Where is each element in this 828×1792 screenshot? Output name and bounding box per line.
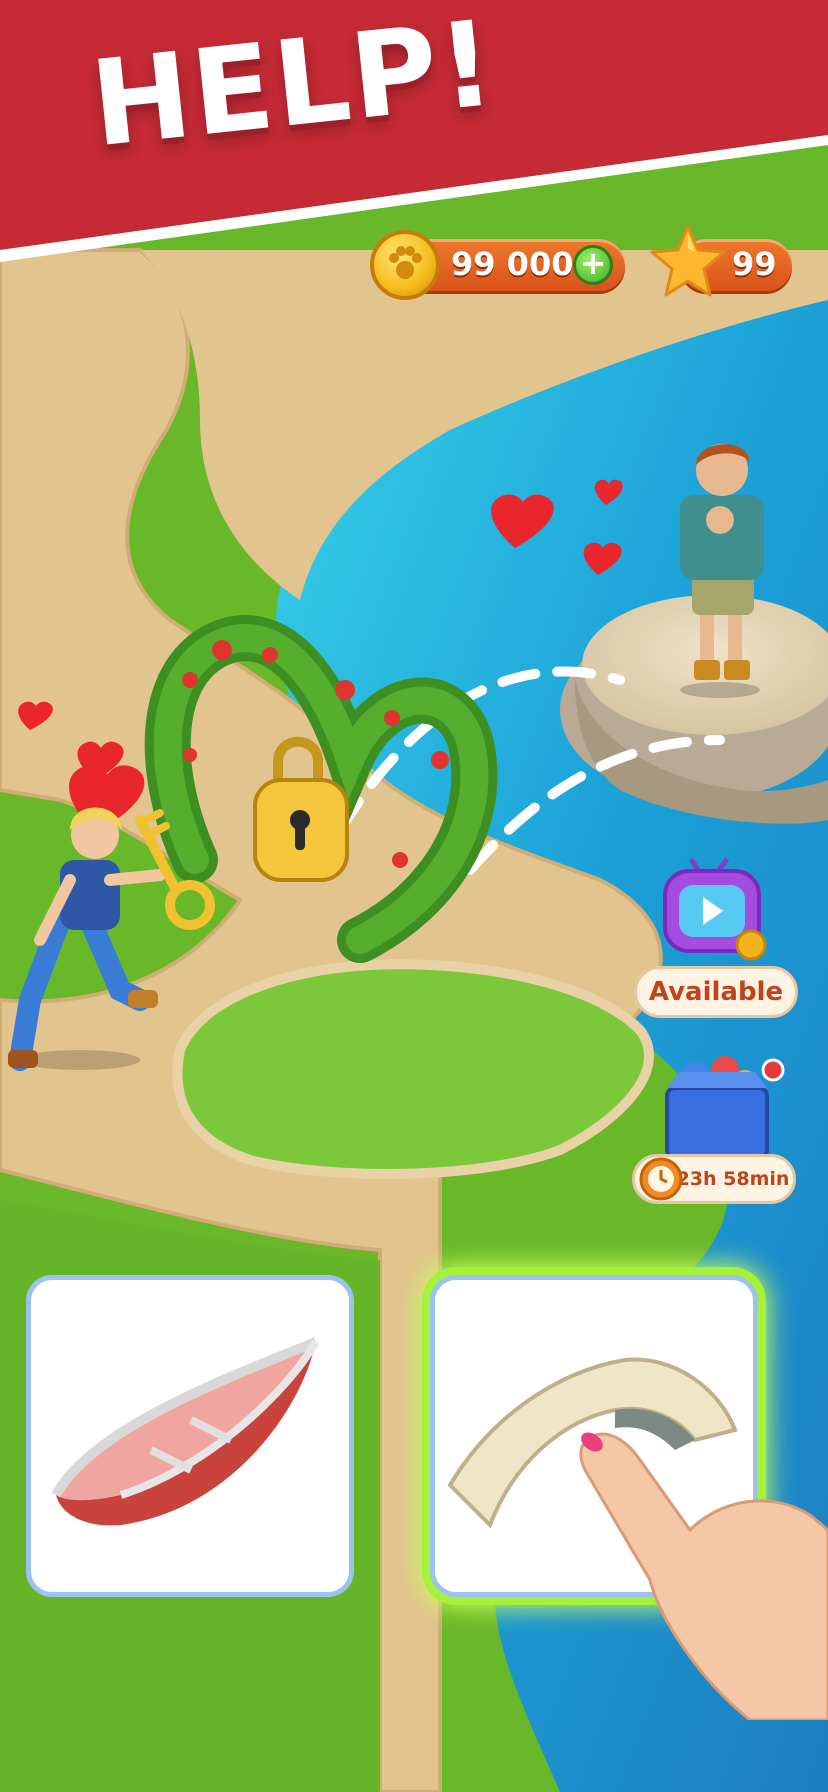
boat-icon bbox=[51, 1337, 320, 1526]
video-offer-label: Available bbox=[634, 966, 798, 1018]
coins-value: 99 000 bbox=[451, 245, 574, 283]
star-icon bbox=[650, 224, 726, 297]
stars-value: 99 bbox=[732, 245, 777, 283]
pointing-hand-icon bbox=[579, 1432, 828, 1720]
plus-icon: + bbox=[579, 244, 607, 282]
paw-coin-icon bbox=[370, 230, 440, 300]
add-coins-button[interactable]: + bbox=[573, 245, 613, 285]
gift-box-icon bbox=[665, 1056, 785, 1160]
grass-island bbox=[172, 959, 654, 1179]
choice-card-boat[interactable] bbox=[26, 1275, 354, 1597]
alarm-clock-icon bbox=[639, 1157, 683, 1201]
tv-video-icon bbox=[663, 857, 767, 961]
